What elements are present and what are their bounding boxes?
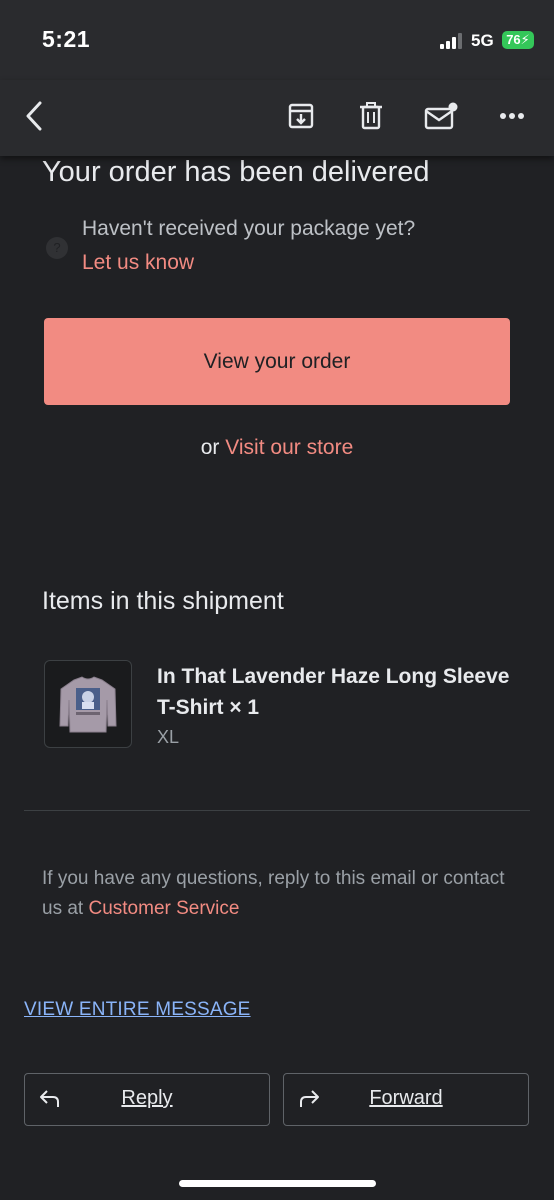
home-indicator[interactable] <box>179 1180 376 1187</box>
reply-label: Reply <box>121 1087 173 1109</box>
shipment-section-title: Items in this shipment <box>42 587 284 615</box>
divider <box>24 810 530 811</box>
mark-unread-icon <box>424 102 458 130</box>
customer-service-link[interactable]: Customer Service <box>88 898 239 919</box>
question-icon: ? <box>46 237 68 259</box>
reply-button[interactable]: Reply <box>24 1073 270 1126</box>
store-line: or Visit our store <box>0 436 554 460</box>
let-us-know-link[interactable]: Let us know <box>82 251 194 275</box>
view-order-label: View your order <box>203 349 351 373</box>
more-options-button[interactable] <box>492 96 532 136</box>
view-entire-message-link[interactable]: VIEW ENTIRE MESSAGE <box>24 999 251 1021</box>
back-icon <box>26 101 42 131</box>
notice-text: Haven't received your package yet? <box>82 217 416 240</box>
item-variant: XL <box>157 727 180 747</box>
forward-button[interactable]: Forward <box>283 1073 529 1126</box>
cellular-signal-icon <box>440 33 462 49</box>
product-thumbnail[interactable] <box>44 660 132 748</box>
email-toolbar <box>0 80 554 156</box>
network-type: 5G <box>471 31 494 50</box>
status-time: 5:21 <box>42 26 91 52</box>
forward-label: Forward <box>369 1087 443 1109</box>
battery-icon: 76⚡ <box>502 31 534 49</box>
battery-level: 76 <box>506 32 521 47</box>
status-bar: 5:21 5G 76⚡ <box>0 0 554 80</box>
delete-button[interactable] <box>351 96 391 136</box>
back-button[interactable] <box>14 96 54 136</box>
more-icon <box>500 113 524 119</box>
view-order-button[interactable]: View your order <box>44 318 510 405</box>
item-name: In That Lavender Haze Long Sleeve T-Shir… <box>157 665 510 719</box>
store-prefix: or <box>200 436 220 459</box>
long-sleeve-shirt-icon <box>59 676 117 733</box>
visit-store-link[interactable]: Visit our store <box>225 436 353 459</box>
mark-unread-button[interactable] <box>421 96 461 136</box>
archive-icon <box>288 103 314 129</box>
email-headline: Your order has been delivered <box>42 156 430 188</box>
questions-text: If you have any questions, reply to this… <box>42 864 522 924</box>
archive-button[interactable] <box>281 96 321 136</box>
delete-icon <box>360 102 382 130</box>
